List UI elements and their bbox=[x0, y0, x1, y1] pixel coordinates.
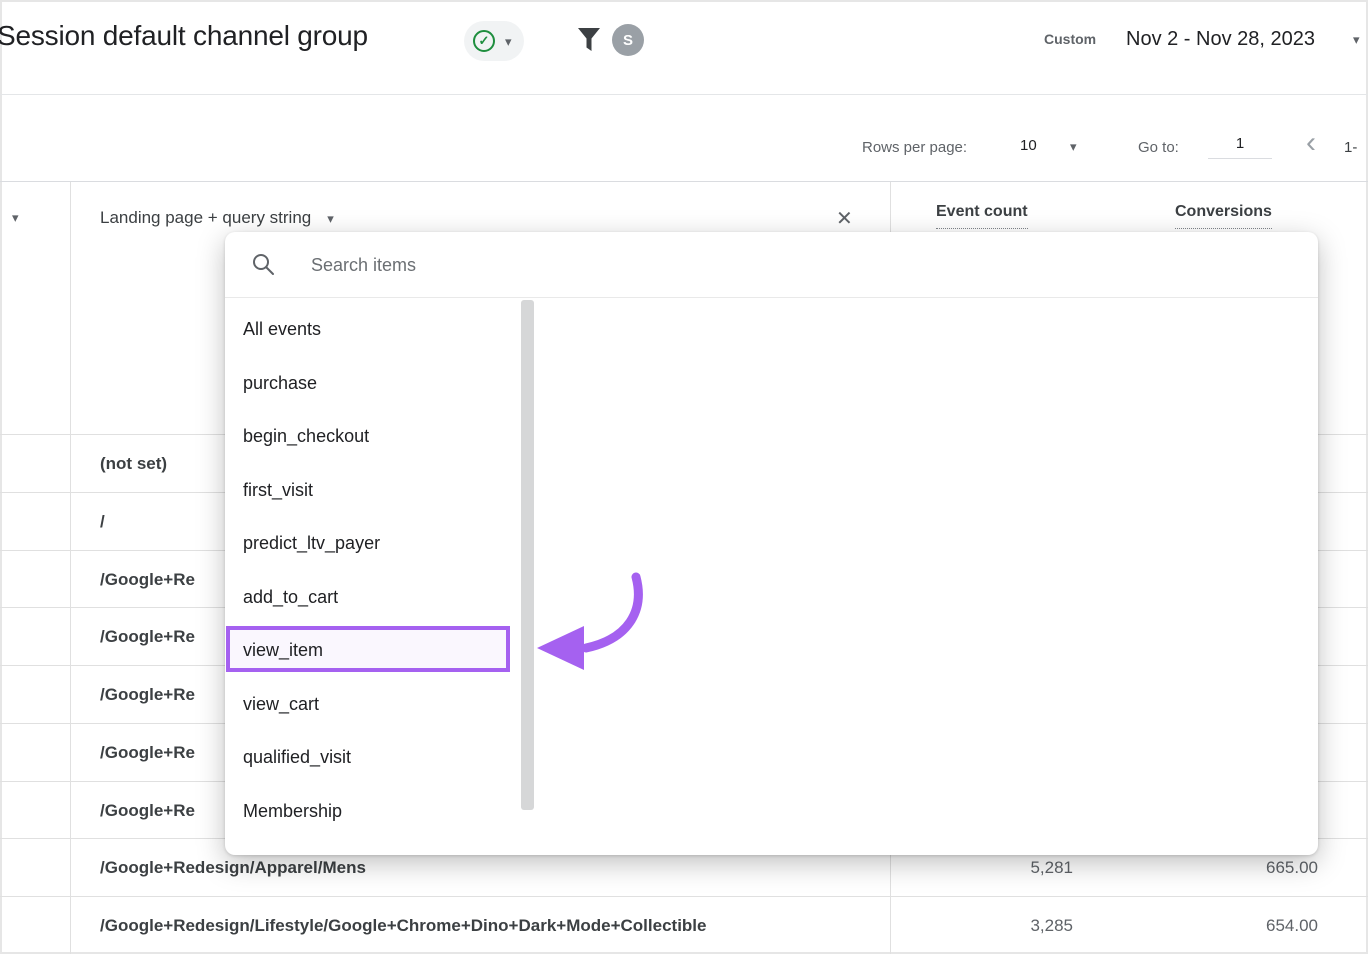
analytics-screen: Session default channel group ✓ ▾ S Cust… bbox=[0, 0, 1368, 954]
list-item-first-visit[interactable]: first_visit bbox=[225, 464, 515, 518]
event-count-cell: 3,285 bbox=[1030, 916, 1073, 935]
search-input[interactable] bbox=[311, 246, 811, 284]
first-column-caret-icon[interactable]: ▾ bbox=[12, 211, 19, 224]
landing-page-cell: /Google+Redesign/Lifestyle/Google+Chrome… bbox=[100, 916, 707, 935]
dialog-divider bbox=[225, 297, 1318, 298]
date-range-selector[interactable]: Nov 2 - Nov 28, 2023 bbox=[1126, 28, 1315, 51]
dimension-column-header[interactable]: Landing page + query string ▾ bbox=[100, 208, 334, 228]
check-circle-icon: ✓ bbox=[473, 30, 495, 52]
list-item-membership[interactable]: Membership bbox=[225, 785, 515, 839]
chevron-down-icon: ▾ bbox=[1070, 139, 1077, 154]
search-row bbox=[225, 232, 1318, 297]
list-item-all-events[interactable]: All events bbox=[225, 303, 515, 357]
metric-header-conversions[interactable]: Conversions bbox=[1175, 203, 1272, 229]
annotation-arrow bbox=[524, 571, 656, 684]
go-to-page-input[interactable]: 1 bbox=[1208, 131, 1272, 159]
page-title: Session default channel group bbox=[0, 20, 368, 51]
list-item-predict-ltv-payer[interactable]: predict_ltv_payer bbox=[225, 517, 515, 571]
search-icon bbox=[251, 252, 275, 281]
list-item-view-item[interactable]: view_item bbox=[225, 624, 515, 678]
conversions-cell: 654.00 bbox=[1266, 916, 1318, 935]
scrollbar[interactable] bbox=[521, 300, 534, 810]
event-list: All events purchase begin_checkout first… bbox=[225, 303, 515, 838]
pagination-range: 1- bbox=[1344, 139, 1358, 156]
go-to-label: Go to: bbox=[1138, 139, 1179, 156]
list-item-purchase[interactable]: purchase bbox=[225, 357, 515, 411]
list-item-qualified-visit[interactable]: qualified_visit bbox=[225, 731, 515, 785]
list-item-begin-checkout[interactable]: begin_checkout bbox=[225, 410, 515, 464]
rows-per-page-select[interactable]: 10 bbox=[1020, 137, 1037, 154]
avatar[interactable]: S bbox=[612, 24, 644, 56]
header-divider bbox=[0, 94, 1368, 95]
pagination-divider bbox=[0, 181, 1368, 182]
status-dropdown-button[interactable]: ✓ ▾ bbox=[464, 21, 524, 61]
previous-page-button[interactable]: ‹ bbox=[1306, 128, 1316, 158]
search-items-dialog: All events purchase begin_checkout first… bbox=[225, 232, 1318, 855]
table-row: /Google+Redesign/Lifestyle/Google+Chrome… bbox=[0, 896, 1368, 954]
list-item-add-to-cart[interactable]: add_to_cart bbox=[225, 571, 515, 625]
chevron-down-icon: ▾ bbox=[1353, 32, 1360, 47]
rows-per-page-label: Rows per page: bbox=[862, 139, 968, 156]
date-range-type-label: Custom bbox=[1044, 31, 1097, 47]
dimension-header-label: Landing page + query string bbox=[100, 208, 312, 227]
chevron-down-icon: ▾ bbox=[327, 210, 334, 226]
list-item-view-cart[interactable]: view_cart bbox=[225, 678, 515, 732]
close-icon[interactable]: ✕ bbox=[836, 206, 853, 231]
metric-header-event-count[interactable]: Event count bbox=[936, 203, 1028, 229]
filter-funnel-icon[interactable] bbox=[577, 27, 601, 58]
chevron-down-icon: ▾ bbox=[505, 33, 512, 49]
